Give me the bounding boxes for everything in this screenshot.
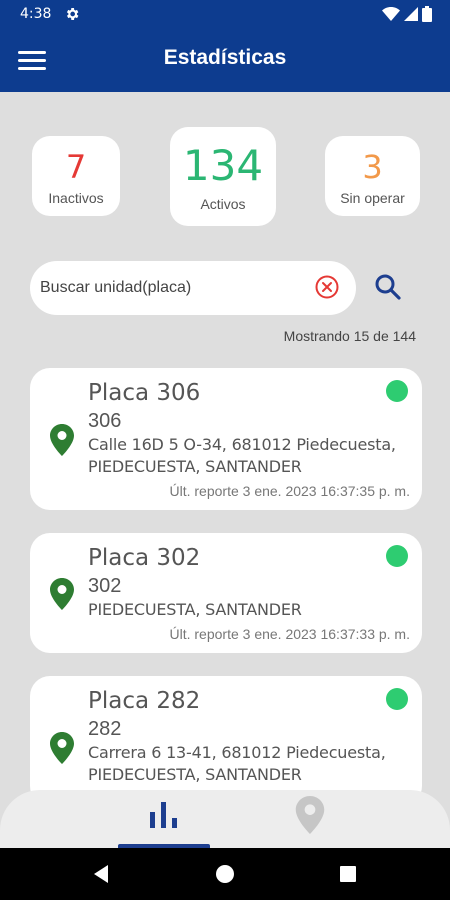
unit-id: 282 bbox=[88, 718, 122, 740]
search-input[interactable] bbox=[40, 273, 310, 303]
stat-value-no-operation: 3 bbox=[362, 148, 383, 186]
unit-card[interactable]: Placa 302 302 PIEDECUESTA, SANTANDER Últ… bbox=[30, 533, 422, 653]
signal-icon bbox=[404, 7, 418, 21]
unit-card[interactable]: Placa 306 306 Calle 16D 5 O-34, 681012 P… bbox=[30, 368, 422, 510]
recents-icon[interactable] bbox=[336, 862, 360, 886]
status-bar: 4:38 bbox=[0, 0, 450, 28]
back-icon[interactable] bbox=[90, 862, 114, 886]
stat-card-active[interactable]: 134 Activos bbox=[170, 127, 276, 226]
status-icons bbox=[382, 6, 432, 22]
unit-address: Carrera 6 13-41, 681012 Piedecuesta, PIE… bbox=[88, 743, 386, 784]
unit-last-report: Últ. reporte 3 ene. 2023 16:37:33 p. m. bbox=[169, 626, 411, 642]
unit-address: Calle 16D 5 O-34, 681012 Piedecuesta, PI… bbox=[88, 435, 396, 476]
stat-label-inactive: Inactivos bbox=[48, 190, 104, 206]
unit-last-report: Últ. reporte 3 ene. 2023 16:37:35 p. m. bbox=[169, 483, 411, 499]
stat-card-no-operation[interactable]: 3 Sin operar bbox=[325, 136, 420, 216]
search-icon[interactable] bbox=[372, 271, 404, 303]
stat-card-inactive[interactable]: 7 Inactivos bbox=[32, 136, 120, 216]
bar-chart-icon bbox=[150, 802, 177, 828]
unit-card[interactable]: Placa 282 282 Carrera 6 13-41, 681012 Pi… bbox=[30, 676, 422, 806]
stat-label-no-operation: Sin operar bbox=[340, 190, 405, 206]
battery-icon bbox=[422, 6, 432, 22]
stat-label-active: Activos bbox=[200, 196, 246, 212]
unit-title: Placa 306 bbox=[88, 380, 201, 406]
home-icon[interactable] bbox=[213, 862, 237, 886]
map-pin-icon bbox=[295, 796, 325, 834]
app-bar: Estadísticas bbox=[0, 28, 450, 92]
nav-tab-statistics[interactable] bbox=[118, 790, 210, 848]
map-pin-icon bbox=[50, 424, 74, 456]
unit-id: 306 bbox=[88, 410, 122, 432]
page-title: Estadísticas bbox=[163, 46, 287, 69]
unit-title: Placa 282 bbox=[88, 688, 201, 714]
results-count: Mostrando 15 de 144 bbox=[283, 328, 416, 344]
status-dot bbox=[386, 688, 408, 710]
search-box bbox=[30, 261, 356, 315]
map-pin-icon bbox=[50, 578, 74, 610]
stat-value-inactive: 7 bbox=[65, 148, 87, 186]
wifi-icon bbox=[382, 7, 400, 21]
unit-title: Placa 302 bbox=[88, 545, 201, 571]
status-time: 4:38 bbox=[20, 6, 52, 22]
status-dot bbox=[386, 380, 408, 402]
stat-value-active: 134 bbox=[182, 141, 264, 190]
nav-tab-map[interactable] bbox=[284, 790, 336, 848]
map-pin-icon bbox=[50, 732, 74, 764]
system-navigation-bar bbox=[0, 848, 450, 900]
bottom-navigation bbox=[0, 790, 450, 848]
unit-address: PIEDECUESTA, SANTANDER bbox=[88, 600, 302, 619]
unit-id: 302 bbox=[88, 575, 122, 597]
clear-circle-icon[interactable] bbox=[314, 274, 340, 300]
status-dot bbox=[386, 545, 408, 567]
gear-icon bbox=[66, 8, 79, 20]
